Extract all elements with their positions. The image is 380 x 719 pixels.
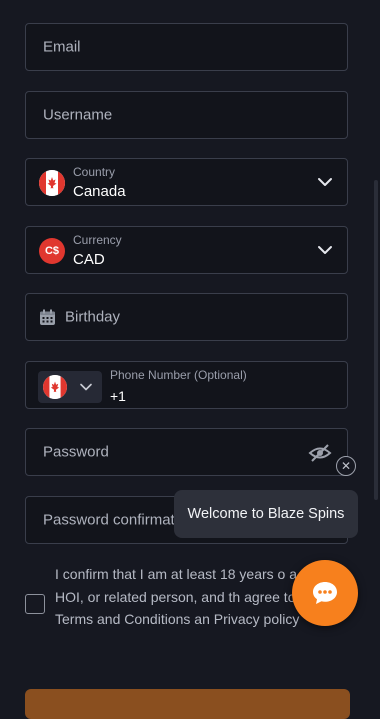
eye-off-icon[interactable] (308, 443, 332, 463)
currency-label: Currency (73, 233, 122, 247)
country-label: Country (73, 165, 116, 179)
chevron-down-icon (80, 383, 92, 391)
country-select[interactable]: Country Canada (25, 158, 348, 206)
chat-button[interactable] (292, 560, 358, 626)
phone-country-picker[interactable] (38, 371, 102, 403)
chat-bubble-icon (313, 582, 337, 604)
currency-value: CAD (73, 251, 105, 268)
phone-field[interactable]: Phone Number (Optional) +1 (25, 361, 348, 409)
scrollbar[interactable] (374, 180, 378, 500)
chevron-down-icon (318, 246, 332, 254)
canada-flag-icon (43, 375, 67, 399)
canada-flag-icon (39, 170, 65, 196)
password-confirm-placeholder: Password confirmat (43, 511, 175, 529)
country-value: Canada (73, 183, 126, 200)
close-icon[interactable]: ✕ (336, 456, 356, 476)
birthday-placeholder: Birthday (65, 308, 121, 326)
username-placeholder: Username (43, 106, 113, 124)
email-field[interactable]: Email (25, 23, 348, 71)
phone-label: Phone Number (Optional) (110, 368, 247, 382)
chevron-down-icon (318, 178, 332, 186)
phone-value: +1 (110, 388, 126, 404)
password-placeholder: Password (43, 443, 109, 461)
calendar-icon (40, 309, 55, 325)
currency-select[interactable]: C$ Currency CAD (25, 226, 348, 274)
email-placeholder: Email (43, 38, 81, 56)
birthday-field[interactable]: Birthday (25, 293, 348, 341)
chat-welcome-tooltip: Welcome to Blaze Spins (174, 490, 358, 538)
currency-badge-icon: C$ (39, 238, 65, 264)
password-field[interactable]: Password (25, 428, 348, 476)
age-confirm-checkbox[interactable] (25, 594, 45, 614)
submit-button[interactable] (25, 689, 350, 719)
username-field[interactable]: Username (25, 91, 348, 139)
